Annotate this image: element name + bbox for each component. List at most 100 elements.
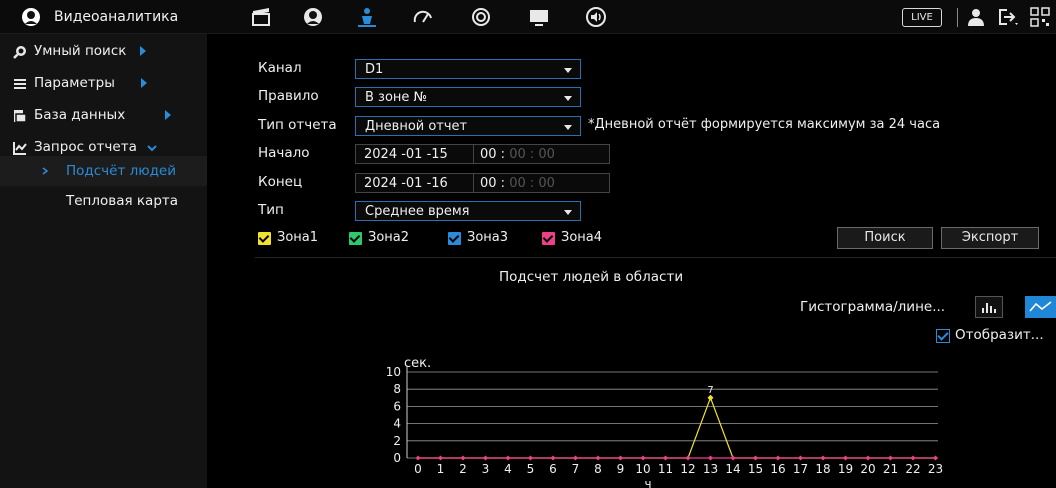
sidebar-subitem-label: Тепловая карта	[66, 193, 179, 209]
series-line	[418, 396, 936, 459]
sidebar-item-smart-search[interactable]: Умный поиск	[0, 36, 207, 68]
chevron-down-icon	[564, 68, 572, 73]
chart-mode-label: Гистограмма/лине...	[800, 299, 946, 315]
x-tick-label: 8	[594, 462, 602, 476]
x-tick-label: 15	[748, 462, 763, 476]
user-icon[interactable]	[966, 7, 986, 27]
end-label: Конец	[258, 174, 303, 190]
data-point	[910, 455, 916, 461]
start-datetime-field[interactable]: 2024 -01 -15 00 : 00 : 00	[355, 144, 610, 164]
x-tick-label: 0	[414, 462, 422, 476]
y-tick-label: 0	[393, 451, 401, 465]
histogram-mode-button[interactable]	[975, 296, 1003, 318]
live-button[interactable]: LIVE	[902, 8, 942, 27]
data-point	[550, 455, 556, 461]
x-tick-label: 1	[437, 462, 445, 476]
people-count-chart: сек. ч 02468100 1 2 3 4 5 6 7 8 9 10 11 12 13 14 15 16 17…	[386, 356, 943, 488]
data-point	[415, 455, 421, 461]
chevron-down-icon	[564, 125, 572, 130]
data-point	[595, 455, 601, 461]
channel-value: D1	[365, 62, 384, 77]
x-tick-label: 12	[680, 462, 695, 476]
sidebar-item-label: Запрос отчета	[34, 139, 137, 155]
data-point	[865, 455, 871, 461]
data-point	[483, 455, 488, 461]
checkbox-icon	[349, 232, 362, 245]
chevron-right-icon	[141, 78, 147, 88]
data-point	[708, 455, 713, 461]
logout-icon[interactable]	[997, 7, 1019, 27]
monitor-icon[interactable]	[528, 6, 550, 28]
search-button[interactable]: Поиск	[837, 227, 933, 249]
chevron-down-icon	[147, 145, 157, 152]
data-point	[505, 455, 511, 461]
rule-select[interactable]: В зоне №	[355, 87, 581, 107]
sidebar: Умный поиск Параметры База данных Запрос…	[0, 34, 207, 488]
sidebar-subitem-heatmap[interactable]: Тепловая карта	[0, 186, 207, 216]
face-icon[interactable]	[302, 6, 324, 28]
zone-label: Зона3	[467, 230, 509, 245]
x-tick-label: 19	[838, 462, 853, 476]
report-type-select[interactable]: Дневной отчет	[355, 116, 581, 136]
sidebar-subitem-label: Подсчёт людей	[66, 163, 177, 179]
x-tick-label: 7	[572, 462, 580, 476]
x-tick-label: 2	[459, 462, 467, 476]
data-point	[685, 455, 691, 461]
rule-value: В зоне №	[365, 90, 428, 105]
gauge-icon[interactable]	[412, 6, 434, 28]
circle-icon[interactable]	[470, 6, 492, 28]
clapper-icon[interactable]	[250, 6, 272, 28]
field-divider	[473, 145, 474, 163]
x-tick-label: 23	[928, 462, 943, 476]
database-icon	[14, 110, 27, 123]
sidebar-item-label: Параметры	[34, 75, 115, 91]
y-tick-label: 6	[393, 399, 401, 413]
zone-label: Зона2	[368, 230, 410, 245]
chart-icon	[13, 142, 27, 155]
x-tick-label: 14	[725, 462, 740, 476]
data-point	[888, 455, 893, 461]
y-tick-label: 4	[393, 417, 401, 431]
x-tick-label: 3	[482, 462, 490, 476]
data-point	[618, 455, 623, 461]
speaker-icon[interactable]	[585, 6, 607, 28]
data-point	[798, 455, 803, 461]
x-tick-label: 13	[703, 462, 718, 476]
end-time: 00 : 00 : 00	[480, 176, 555, 191]
data-point	[663, 455, 668, 461]
start-time: 00 : 00 : 00	[480, 147, 555, 162]
x-tick-label: 5	[527, 462, 535, 476]
y-tick-label: 10	[386, 365, 401, 379]
x-tick-label: 6	[549, 462, 557, 476]
y-axis-label: сек.	[404, 356, 431, 371]
qr-code-icon[interactable]	[1030, 7, 1050, 27]
app-title: Видеоаналитика	[54, 9, 179, 25]
zone-label: Зона4	[561, 230, 603, 245]
checkbox-icon	[258, 232, 271, 245]
x-tick-label: 4	[504, 462, 512, 476]
sidebar-item-database[interactable]: База данных	[0, 100, 207, 132]
type-label: Тип	[258, 202, 284, 218]
end-date: 2024 -01 -16	[364, 176, 448, 191]
show-values-label: Отобразит...	[955, 327, 1044, 343]
y-tick-label: 8	[393, 382, 401, 396]
x-axis-label: ч	[644, 477, 651, 488]
type-select[interactable]: Среднее время	[355, 201, 581, 221]
channel-select[interactable]: D1	[355, 59, 581, 79]
chevron-right-icon	[140, 46, 146, 56]
y-tick-label: 2	[393, 434, 401, 448]
person-icon[interactable]	[356, 6, 378, 28]
end-datetime-field[interactable]: 2024 -01 -16 00 : 00 : 00	[355, 173, 610, 193]
toolbar-divider	[957, 8, 958, 27]
show-values-checkbox[interactable]	[936, 329, 950, 343]
data-point	[753, 455, 758, 461]
export-button[interactable]: Экспорт	[941, 227, 1039, 249]
sidebar-item-label: База данных	[34, 107, 126, 123]
sidebar-subitem-people-count[interactable]: Подсчёт людей	[0, 156, 207, 186]
chevron-right-icon	[165, 110, 171, 120]
top-bar: Видеоаналитика LIVE	[0, 0, 1056, 34]
data-point	[730, 455, 736, 461]
sidebar-item-parameters[interactable]: Параметры	[0, 68, 207, 100]
report-note: *Дневной отчёт формируется максимум за 2…	[588, 117, 941, 132]
line-mode-button[interactable]	[1025, 296, 1056, 318]
